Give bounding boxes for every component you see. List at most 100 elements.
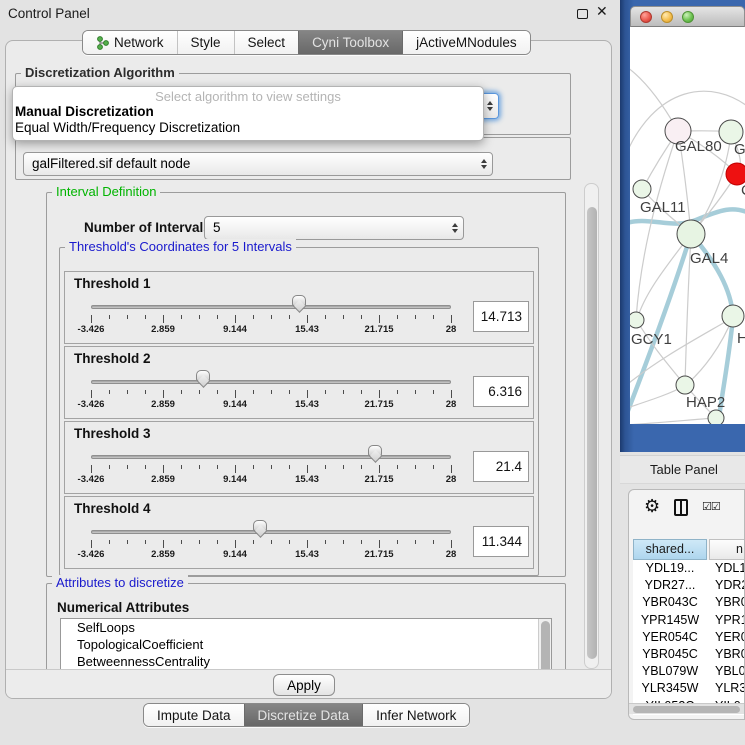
node-label: H <box>737 330 745 347</box>
table-horizontal-scrollbar[interactable] <box>629 703 745 714</box>
network-canvas[interactable]: GAL80GACGAL11GAL4GCY1HHAP2 <box>630 27 745 424</box>
attribute-item[interactable]: TopologicalCoefficient <box>61 636 551 653</box>
tab-discretize-data[interactable]: Discretize Data <box>244 704 363 726</box>
slider-tick <box>343 315 344 319</box>
tick-label: 2.859 <box>151 474 175 485</box>
slider-tick <box>307 465 308 473</box>
tab-style[interactable]: Style <box>177 31 234 54</box>
table-row[interactable]: YDR27...YDR2 <box>633 577 745 594</box>
number-of-intervals-value: 5 <box>205 217 463 239</box>
node-label: C <box>741 182 745 199</box>
tick-label: 28 <box>446 549 457 560</box>
table-row[interactable]: YDL19...YDL1 <box>633 560 745 577</box>
slider-tick <box>181 465 182 469</box>
network-node-gcy1[interactable] <box>630 312 644 328</box>
network-node-h[interactable] <box>722 305 744 327</box>
minimize-traffic-light-icon[interactable] <box>661 11 673 23</box>
apply-button[interactable]: Apply <box>273 674 335 696</box>
table-row[interactable]: YBR043CYBR0 <box>633 594 745 611</box>
threshold-value-field[interactable]: 14.713 <box>473 301 529 332</box>
table-cell: YER054C <box>633 629 707 646</box>
close-traffic-light-icon[interactable] <box>640 11 652 23</box>
slider-tick <box>181 315 182 319</box>
table-cell: YDL1 <box>709 560 745 577</box>
panel-title: Control Panel <box>8 6 90 21</box>
threshold-label: Threshold 4 <box>74 501 151 516</box>
combo-stepper-icon <box>481 159 487 169</box>
slider-track[interactable] <box>91 530 451 534</box>
tab-impute-data[interactable]: Impute Data <box>144 704 244 726</box>
tab-select[interactable]: Select <box>234 31 299 54</box>
settings-scrollbar-thumb[interactable] <box>587 207 597 659</box>
slider-track[interactable] <box>91 455 451 459</box>
slider-tick <box>379 540 380 548</box>
table-row[interactable]: YLR345WYLR3 <box>633 680 745 697</box>
slider-tick <box>343 540 344 544</box>
tab-infer-network[interactable]: Infer Network <box>362 704 469 726</box>
threshold-value-field[interactable]: 11.344 <box>473 526 529 557</box>
threshold-value-field[interactable]: 6.316 <box>473 376 529 407</box>
network-node-gal11[interactable] <box>633 180 651 198</box>
table-cell: YBR043C <box>633 594 707 611</box>
slider-tick <box>361 315 362 319</box>
slider-thumb[interactable] <box>196 370 210 381</box>
slider-track[interactable] <box>91 380 451 384</box>
node-label: GA <box>734 141 745 158</box>
tick-label: 15.43 <box>295 474 319 485</box>
tab-label: jActiveMNodules <box>416 35 517 50</box>
threshold-value-field[interactable]: 21.4 <box>473 451 529 482</box>
slider-thumb[interactable] <box>253 520 267 531</box>
column-header-1[interactable]: shared... <box>633 539 707 560</box>
slider-tick <box>325 315 326 319</box>
table-row[interactable]: YBL079WYBL0 <box>633 663 745 680</box>
table-cell: YPR145W <box>633 612 707 629</box>
table-scrollbar-thumb[interactable] <box>633 706 740 713</box>
slider-tick <box>289 390 290 394</box>
tab-label: Select <box>248 35 286 50</box>
number-of-intervals-combo[interactable]: 5 <box>204 216 464 240</box>
tick-label: 28 <box>446 399 457 410</box>
network-node[interactable] <box>708 410 724 424</box>
zoom-traffic-light-icon[interactable] <box>682 11 694 23</box>
network-node-hap2[interactable] <box>676 376 694 394</box>
settings-scrollbar[interactable] <box>584 183 599 669</box>
threshold-panel-4: Threshold 4-3.4262.8599.14415.4321.71528… <box>64 496 534 569</box>
node-label: GCY1 <box>631 331 672 348</box>
tab-network[interactable]: Network <box>83 31 177 54</box>
column-header-2[interactable]: n <box>709 539 745 560</box>
table-data-combo[interactable]: galFiltered.sif default node <box>23 152 493 176</box>
slider-track[interactable] <box>91 305 451 309</box>
network-window-titlebar[interactable] <box>630 6 745 27</box>
column-checkboxes-icon[interactable]: ☑☑ <box>702 500 720 513</box>
attribute-item[interactable]: SelfLoops <box>61 619 551 636</box>
slider-tick <box>343 390 344 394</box>
slider-tick <box>91 315 92 323</box>
table-row[interactable]: YER054CYER0 <box>633 629 745 646</box>
gear-icon[interactable]: ⚙ <box>644 496 660 517</box>
slider-tick <box>199 540 200 544</box>
tick-label: -3.426 <box>78 474 105 485</box>
slider-tick <box>289 465 290 469</box>
tab-cyni-toolbox[interactable]: Cyni Toolbox <box>298 31 402 54</box>
close-icon[interactable]: ✕ <box>596 3 608 20</box>
slider-tick <box>253 540 254 544</box>
network-node-gal4[interactable] <box>677 220 705 248</box>
node-label: GAL11 <box>640 199 686 216</box>
tick-label: -3.426 <box>78 324 105 335</box>
slider-tick <box>271 540 272 544</box>
tab-jactivemnodules[interactable]: jActiveMNodules <box>402 31 530 54</box>
slider-tick <box>181 540 182 544</box>
float-panel-icon[interactable] <box>577 9 588 19</box>
slider-thumb[interactable] <box>368 445 382 456</box>
dropdown-option-equal-width-frequency-discretization[interactable]: Equal Width/Frequency Discretization <box>13 120 483 136</box>
table-cell: YBR045C <box>633 646 707 663</box>
slider-thumb[interactable] <box>292 295 306 306</box>
table-cell: YPR1 <box>709 612 745 629</box>
slider-tick <box>361 390 362 394</box>
discretization-algorithm-title: Discretization Algorithm <box>21 65 179 80</box>
column-layout-icon[interactable] <box>674 499 688 516</box>
attribute-item[interactable]: BetweennessCentrality <box>61 653 551 670</box>
table-row[interactable]: YPR145WYPR1 <box>633 612 745 629</box>
dropdown-option-manual-discretization[interactable]: Manual Discretization <box>13 104 483 120</box>
table-row[interactable]: YBR045CYBR0 <box>633 646 745 663</box>
